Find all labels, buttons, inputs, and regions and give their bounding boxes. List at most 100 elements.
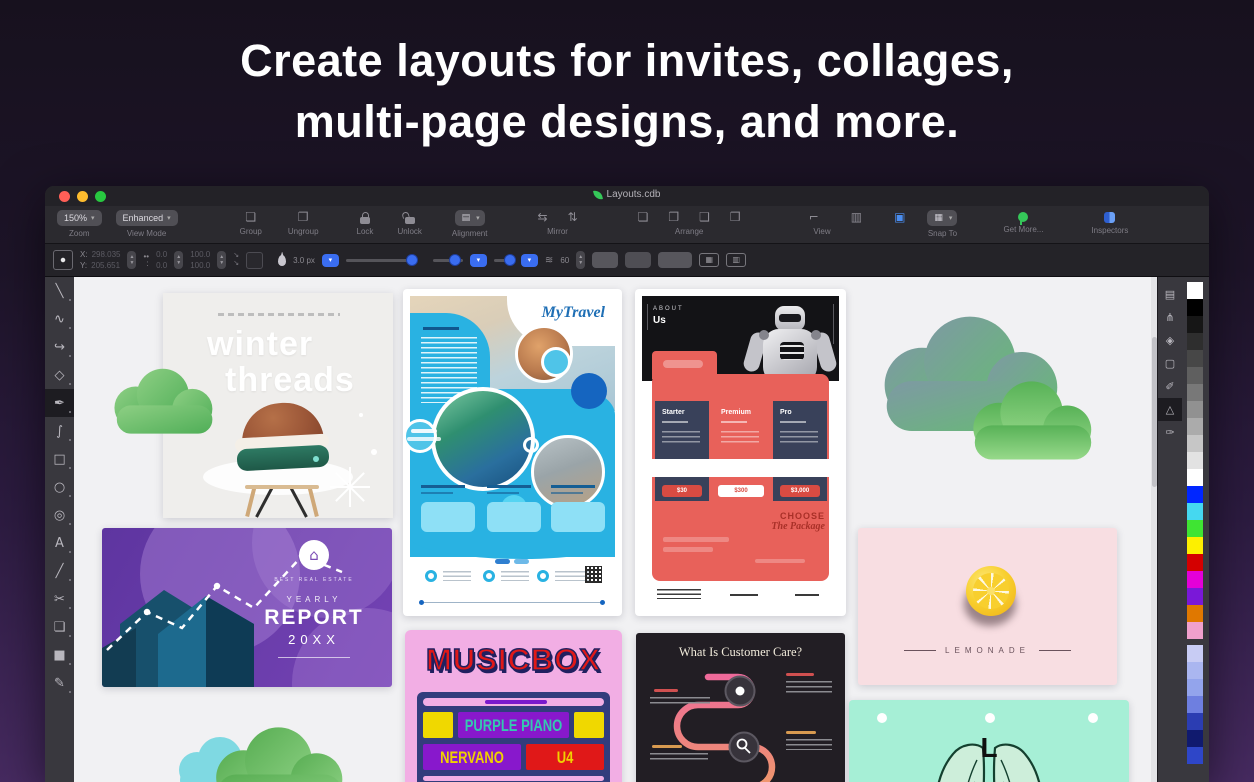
fill-swatch[interactable] xyxy=(246,252,263,269)
price-pill[interactable]: $30 xyxy=(662,485,702,497)
triangle-tool[interactable]: △ xyxy=(1158,398,1182,421)
lemonade-card[interactable]: LEMONADE xyxy=(858,528,1117,685)
style-button-3[interactable] xyxy=(658,252,692,268)
curve-tool[interactable]: ↪ xyxy=(45,333,74,361)
scissors-tool[interactable]: ✂ xyxy=(45,585,74,613)
bring-forward-button[interactable]: ❐ xyxy=(666,210,681,224)
price-pill[interactable]: $3,000 xyxy=(780,485,820,497)
zoom-dropdown[interactable]: 150% ▾ xyxy=(57,210,102,226)
customer-care-card[interactable]: What Is Customer Care? xyxy=(636,633,845,782)
blob-tool[interactable]: ◇ xyxy=(45,361,74,389)
send-back-button[interactable]: ❒ xyxy=(728,210,743,224)
color-swatch[interactable] xyxy=(1187,486,1203,503)
color-swatch[interactable] xyxy=(1187,554,1203,571)
slider-handle[interactable] xyxy=(406,254,418,266)
ungroup-button[interactable]: ❐ xyxy=(296,210,311,224)
selection-tool[interactable]: ╲ xyxy=(45,277,74,305)
stroke-color-icon[interactable] xyxy=(278,255,286,266)
yearly-report-card[interactable]: ⌂ BEST REAL ESTATE YEARLY REPORT 20XX xyxy=(102,528,392,687)
position-stepper[interactable]: ▲▼ xyxy=(127,251,136,269)
rectangle-tool[interactable]: □ xyxy=(45,445,74,473)
color-swatch[interactable] xyxy=(1187,503,1203,520)
color-swatch[interactable] xyxy=(1187,588,1203,605)
dot-tool[interactable]: ◎ xyxy=(45,501,74,529)
color-swatch[interactable] xyxy=(1187,730,1203,747)
freehand-tool[interactable]: ∿ xyxy=(45,305,74,333)
mask-button[interactable]: ▥ xyxy=(726,253,746,267)
color-swatch[interactable] xyxy=(1187,469,1203,486)
reference-point-selector[interactable] xyxy=(53,250,73,270)
color-swatch[interactable] xyxy=(1187,333,1203,350)
group-button[interactable]: ❏ xyxy=(243,210,258,224)
alignment-dropdown[interactable]: ▤ ▾ xyxy=(455,210,485,226)
color-swatch[interactable] xyxy=(1187,401,1203,418)
color-swatch[interactable] xyxy=(1187,350,1203,367)
lasso-tool[interactable]: ∫ xyxy=(45,417,74,445)
layers-tool[interactable]: ◈ xyxy=(1158,329,1182,352)
pen-tool[interactable]: ✒ xyxy=(45,389,74,417)
cloud-top-right-front[interactable] xyxy=(962,381,1104,467)
green-cloud-left[interactable] xyxy=(105,365,223,441)
color-swatch[interactable] xyxy=(1187,316,1203,333)
style-button-2[interactable] xyxy=(625,252,651,268)
bring-front-button[interactable]: ❏ xyxy=(636,210,651,224)
stroke-width-field[interactable]: 3.0 px xyxy=(293,256,315,265)
shape-tool[interactable]: ▢ xyxy=(1158,352,1182,375)
text-tool[interactable]: A xyxy=(45,529,74,557)
pencil-tool[interactable]: ✎ xyxy=(45,669,74,697)
constrain-icons[interactable]: ↘↘ xyxy=(233,252,239,268)
mini-slider-2[interactable] xyxy=(494,259,514,262)
fill-tool[interactable]: ▤ xyxy=(1158,283,1182,306)
opacity-stepper[interactable]: ▲▼ xyxy=(576,251,585,269)
opacity-field[interactable]: 60 xyxy=(560,256,569,265)
send-backward-button[interactable]: ❑ xyxy=(697,210,712,224)
mirror-horizontal-button[interactable]: ⇆ xyxy=(535,210,549,224)
grid-icon[interactable]: ▥ xyxy=(849,210,864,224)
snap-to-dropdown[interactable]: ▦ ▾ xyxy=(927,210,957,226)
get-more-icon[interactable] xyxy=(1018,212,1028,222)
join-dropdown[interactable]: ▾ xyxy=(521,254,538,267)
line-tool[interactable]: ╱ xyxy=(45,557,74,585)
price-pill[interactable]: $300 xyxy=(718,485,764,497)
ellipse-tool[interactable]: ○ xyxy=(45,473,74,501)
mirror-vertical-button[interactable]: ⇅ xyxy=(566,210,580,224)
color-swatch[interactable] xyxy=(1187,605,1203,622)
guides-icon[interactable]: ⌐ xyxy=(807,210,821,224)
stroke-dropdown[interactable]: ▾ xyxy=(322,254,339,267)
lungs-card[interactable]: L xyxy=(849,700,1129,782)
color-swatch[interactable] xyxy=(1187,662,1203,679)
color-swatch[interactable] xyxy=(1187,299,1203,316)
color-swatch[interactable] xyxy=(1187,537,1203,554)
node-tool[interactable]: ⋔ xyxy=(1158,306,1182,329)
y-value-field[interactable]: 205.651 xyxy=(91,261,120,270)
about-us-card[interactable]: ABOUT Us xyxy=(635,289,846,616)
boolean-tool[interactable]: ❏ xyxy=(45,613,74,641)
x-value-field[interactable]: 298.035 xyxy=(92,250,121,259)
mytravel-card[interactable]: MyTravel xyxy=(403,289,622,616)
color-swatch[interactable] xyxy=(1187,645,1203,662)
unlock-icon[interactable] xyxy=(405,217,415,224)
color-swatch[interactable] xyxy=(1187,679,1203,696)
color-swatch[interactable] xyxy=(1187,418,1203,435)
color-swatch[interactable] xyxy=(1187,367,1203,384)
color-swatch[interactable] xyxy=(1187,384,1203,401)
eraser-tool[interactable]: ✐ xyxy=(1158,375,1182,398)
lock-icon[interactable] xyxy=(360,217,370,224)
musicbox-card[interactable]: MUSICBOX PURPLE PIANO NERVANO xyxy=(405,630,622,782)
color-swatch[interactable] xyxy=(1187,452,1203,469)
cap-dropdown[interactable]: ▾ xyxy=(470,254,487,267)
stroke-slider[interactable] xyxy=(346,259,416,262)
height-field[interactable]: 100.0 xyxy=(190,261,210,270)
mini-slider-1[interactable] xyxy=(433,259,463,262)
color-swatch[interactable] xyxy=(1187,520,1203,537)
blend-button[interactable]: ▦ xyxy=(699,253,719,267)
scale-stepper[interactable]: ▲▼ xyxy=(174,251,183,269)
color-swatch[interactable] xyxy=(1187,282,1203,299)
style-button-1[interactable] xyxy=(592,252,618,268)
size-stepper[interactable]: ▲▼ xyxy=(217,251,226,269)
canvas-frame-icon[interactable]: ▣ xyxy=(892,210,907,224)
color-swatch[interactable] xyxy=(1187,713,1203,730)
color-swatch[interactable] xyxy=(1187,747,1203,764)
cloud-bottom-green[interactable] xyxy=(204,727,356,782)
color-swatch[interactable] xyxy=(1187,622,1203,639)
